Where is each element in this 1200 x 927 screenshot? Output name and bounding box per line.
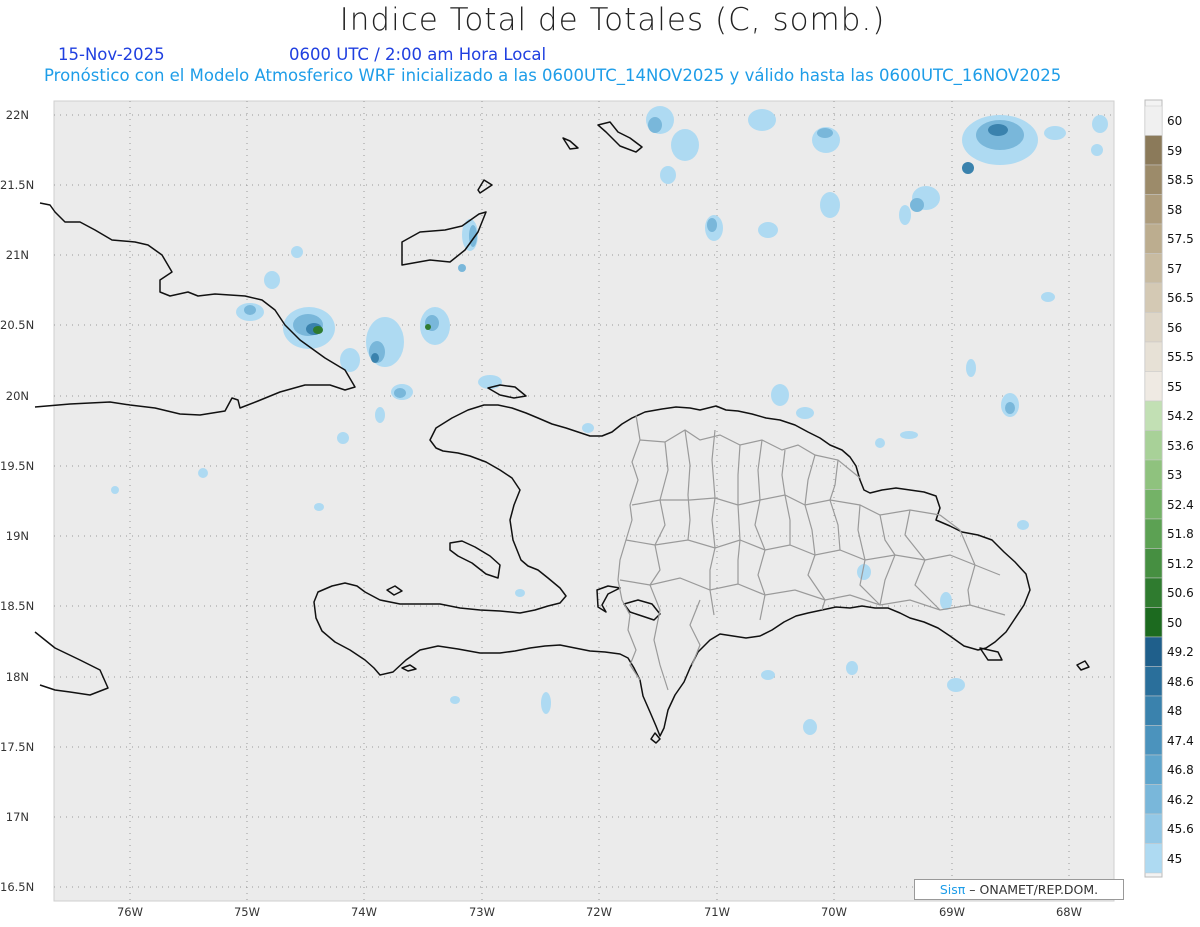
color-legend-label: 47.4 <box>1167 733 1194 748</box>
color-legend-label: 50 <box>1167 615 1183 630</box>
color-legend-label: 56.5 <box>1167 291 1194 305</box>
map-background <box>53 100 1115 902</box>
lon-label-74w: 74W <box>350 905 377 919</box>
lat-label-22n: 22N <box>5 108 29 122</box>
color-legend-label: 45.6 <box>1167 822 1194 836</box>
color-legend-label: 46.8 <box>1167 763 1194 777</box>
color-legend-label: 51.8 <box>1167 527 1194 541</box>
lat-label-19-5n: 19.5N <box>0 459 35 473</box>
credit-text: – ONAMET/REP.DOM. <box>969 882 1099 897</box>
color-legend-label: 50.6 <box>1167 586 1194 600</box>
lon-label-73w: 73W <box>468 905 495 919</box>
lon-label-70w: 70W <box>820 905 847 919</box>
lat-label-18n: 18N <box>5 670 29 684</box>
color-legend-label: 48 <box>1167 704 1183 718</box>
lat-label-19n: 19N <box>5 529 29 543</box>
lat-label-21n: 21N <box>5 248 29 262</box>
color-legend-label: 58.5 <box>1167 173 1194 187</box>
lon-label-75w: 75W <box>233 905 260 919</box>
color-legend-label: 57 <box>1167 261 1183 276</box>
credit-box: Sisπ – ONAMET/REP.DOM. <box>914 879 1124 900</box>
color-legend-label: 53 <box>1167 468 1183 482</box>
color-legend-label: 58 <box>1167 202 1183 217</box>
lat-label-16-5n: 16.5N <box>0 880 35 894</box>
color-legend-label: 55 <box>1167 379 1183 394</box>
lat-label-18-5n: 18.5N <box>0 599 35 613</box>
color-legend-label: 57.5 <box>1167 232 1194 246</box>
color-legend-label: 59 <box>1167 143 1183 158</box>
lon-label-72w: 72W <box>585 905 612 919</box>
color-legend-label: 55.5 <box>1167 350 1194 364</box>
lon-label-69w: 69W <box>938 905 965 919</box>
lat-label-20n: 20N <box>5 389 29 403</box>
color-legend-label: 56 <box>1167 320 1183 335</box>
color-legend-label: 60 <box>1167 114 1183 128</box>
lon-label-71w: 71W <box>703 905 730 919</box>
lat-label-17n: 17N <box>5 810 29 824</box>
lat-label-17-5n: 17.5N <box>0 740 35 754</box>
color-legend-label: 48.6 <box>1167 674 1194 689</box>
lat-label-21-5n: 21.5N <box>0 178 35 192</box>
color-legend-label: 53.6 <box>1167 438 1194 453</box>
color-legend-label: 45 <box>1167 851 1183 866</box>
color-legend-label: 54.2 <box>1167 409 1194 423</box>
color-legend-label: 52.4 <box>1167 497 1194 512</box>
lon-label-68w: 68W <box>1055 905 1082 919</box>
color-legend-label: 46.2 <box>1167 792 1194 807</box>
sispi-logo: Sisπ <box>939 882 966 897</box>
color-legend-label: 49.2 <box>1167 645 1194 659</box>
weather-map <box>34 100 1115 902</box>
color-legend-label: 51.2 <box>1167 556 1194 571</box>
lat-label-20-5n: 20.5N <box>0 318 35 332</box>
lon-label-76w: 76W <box>116 905 143 919</box>
